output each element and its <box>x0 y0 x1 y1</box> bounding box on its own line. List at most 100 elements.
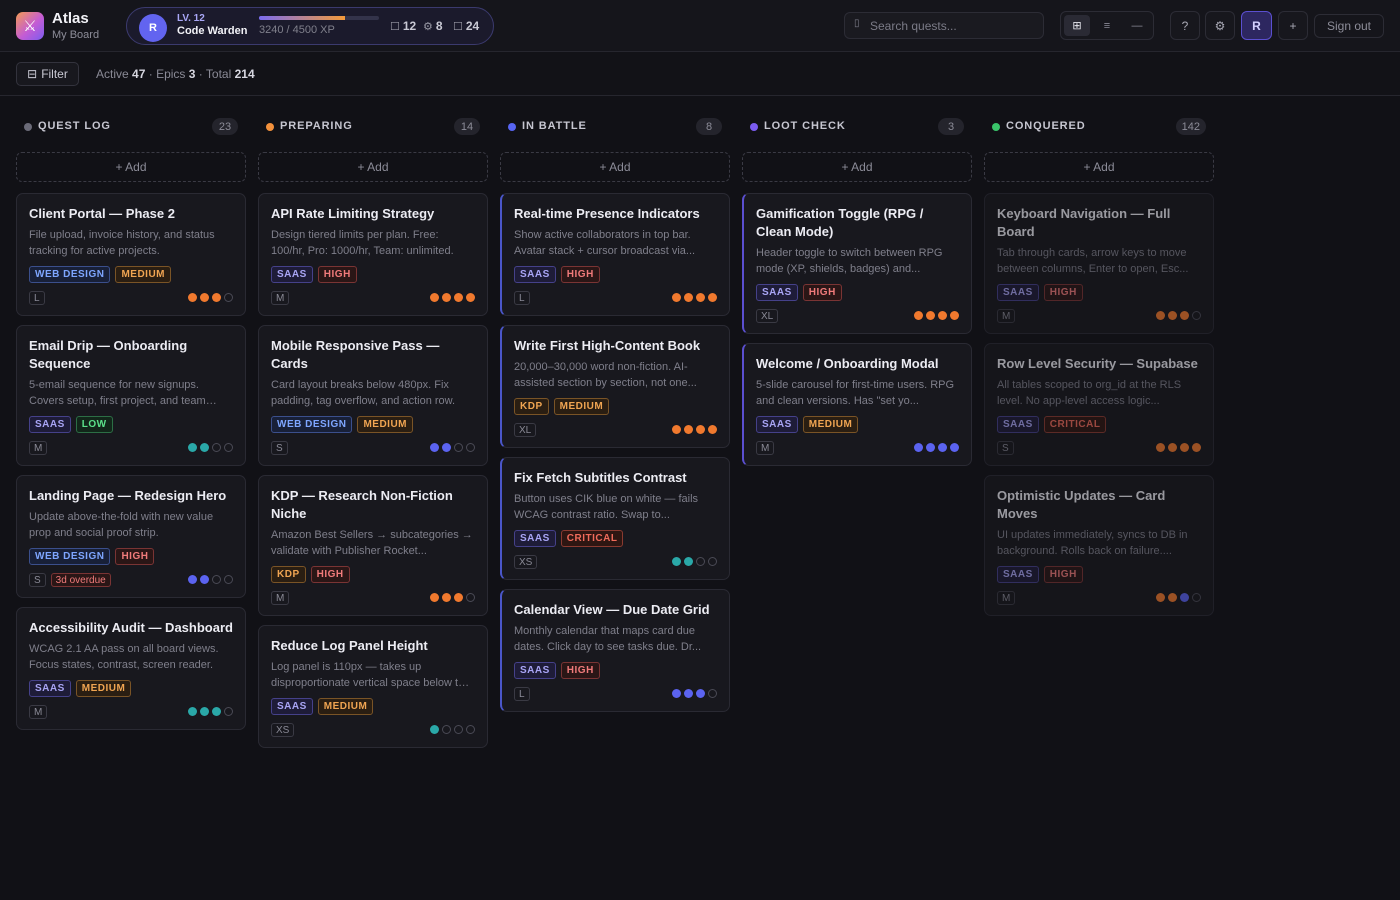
size-badge: M <box>29 441 48 455</box>
card-title: Mobile Responsive Pass — Cards <box>271 338 440 371</box>
card-tag: SAAS <box>997 566 1039 583</box>
effort-dot <box>950 311 959 320</box>
add-card-button[interactable]: + Add <box>984 152 1214 182</box>
card-title: Row Level Security — Supabase <box>997 356 1198 371</box>
effort-dot <box>442 593 451 602</box>
card-tag: MEDIUM <box>75 680 132 697</box>
task-card[interactable]: Accessibility Audit — Dashboard WCAG 2.1 … <box>16 607 246 730</box>
task-card[interactable]: Email Drip — Onboarding Sequence 5-email … <box>16 325 246 466</box>
effort-dots <box>1156 593 1201 602</box>
epics-label: · Epics <box>148 67 186 81</box>
card-tag: HIGH <box>560 266 600 283</box>
app-logo-icon[interactable]: ⚔ <box>16 12 44 40</box>
effort-dot <box>1192 443 1201 452</box>
add-card-button[interactable]: + Add <box>742 152 972 182</box>
board-view-button[interactable]: ⊞ <box>1064 15 1090 36</box>
task-card[interactable]: Reduce Log Panel Height Log panel is 110p… <box>258 625 488 748</box>
size-badge: M <box>271 591 290 605</box>
filter-button[interactable]: ⊟ Filter <box>16 62 79 86</box>
card-description: Design tiered limits per plan. Free: 100… <box>271 229 454 257</box>
effort-dot <box>914 443 923 452</box>
card-tag: SAAS <box>29 680 71 697</box>
effort-dot <box>696 689 705 698</box>
effort-dot <box>466 593 475 602</box>
sign-out-button[interactable]: Sign out <box>1314 14 1384 38</box>
filter-icon: ⊟ <box>27 67 38 81</box>
column-title: PREPARING <box>280 120 353 132</box>
effort-dot <box>696 425 705 434</box>
stat-tasks: ☐ 12 <box>390 19 416 33</box>
settings-button[interactable]: ⚙ <box>1205 11 1235 40</box>
size-badge: M <box>997 309 1016 323</box>
list-view-button[interactable]: ≡ <box>1094 15 1120 36</box>
effort-dot <box>1192 593 1201 602</box>
effort-dots <box>672 293 717 302</box>
size-badge: M <box>756 441 775 455</box>
task-card[interactable]: Fix Fetch Subtitles Contrast Button uses … <box>500 457 730 580</box>
effort-dots <box>430 443 475 452</box>
card-title: KDP — Research Non-Fiction Niche <box>271 488 453 521</box>
size-badge: L <box>514 687 530 701</box>
effort-dots <box>672 689 717 698</box>
effort-dot <box>442 725 451 734</box>
card-tag: SAAS <box>514 530 556 547</box>
column-title: IN BATTLE <box>522 120 587 132</box>
task-card[interactable]: Real-time Presence Indicators Show active… <box>500 193 730 316</box>
search-input[interactable] <box>844 12 1044 39</box>
player-status-card[interactable]: R LV. 12 Code Warden 3240 / 4500 XP ☐ 12 … <box>126 7 494 45</box>
size-badge: L <box>514 291 530 305</box>
task-card[interactable]: Optimistic Updates — Card Moves UI update… <box>984 475 1214 616</box>
task-card[interactable]: Write First High-Content Book 20,000–30,0… <box>500 325 730 448</box>
card-tag: SAAS <box>29 416 71 433</box>
player-title: Code Warden <box>177 25 248 37</box>
task-card[interactable]: Row Level Security — Supabase All tables … <box>984 343 1214 466</box>
filter-label: Filter <box>41 67 68 81</box>
task-card[interactable]: KDP — Research Non-Fiction Niche Amazon B… <box>258 475 488 616</box>
task-card[interactable]: Landing Page — Redesign Hero Update above… <box>16 475 246 598</box>
total-count: 214 <box>234 67 255 81</box>
column-status-dot <box>508 123 516 131</box>
active-count: 47 <box>132 67 146 81</box>
task-card[interactable]: Gamification Toggle (RPG / Clean Mode) He… <box>742 193 972 334</box>
card-tag: SAAS <box>997 284 1039 301</box>
effort-dot <box>430 443 439 452</box>
task-card[interactable]: Keyboard Navigation — Full Board Tab thro… <box>984 193 1214 334</box>
column-preparing: PREPARING 14 + Add API Rate Limiting Strate… <box>258 112 488 748</box>
size-badge: M <box>271 291 290 305</box>
add-card-button[interactable]: + Add <box>500 152 730 182</box>
task-card[interactable]: Mobile Responsive Pass — Cards Card layou… <box>258 325 488 466</box>
effort-dot <box>188 707 197 716</box>
board-name: My Board <box>52 29 100 41</box>
card-tag: WEB DESIGN <box>29 548 111 565</box>
task-card[interactable]: API Rate Limiting Strategy Design tiered … <box>258 193 488 316</box>
column-title: LOOT CHECK <box>764 120 846 132</box>
size-badge: XL <box>514 423 537 437</box>
compact-view-button[interactable]: — <box>1124 15 1150 36</box>
task-card[interactable]: Welcome / Onboarding Modal 5-slide carous… <box>742 343 972 466</box>
effort-dots <box>188 707 233 716</box>
task-card[interactable]: Calendar View — Due Date Grid Monthly cal… <box>500 589 730 712</box>
effort-dot <box>188 575 197 584</box>
column-status-dot <box>266 123 274 131</box>
view-toggle: ⊞ ≡ — <box>1060 11 1154 40</box>
add-card-button[interactable]: + Add <box>258 152 488 182</box>
card-title: Landing Page — Redesign Hero <box>29 488 227 503</box>
add-button[interactable]: + <box>1278 11 1308 40</box>
task-card[interactable]: Client Portal — Phase 2 File upload, invo… <box>16 193 246 316</box>
player-level: LV. 12 <box>177 13 205 24</box>
gear-icon: ⚙ <box>423 20 433 33</box>
card-description: Log panel is 110px — takes up disproport… <box>271 661 471 689</box>
card-tag: MEDIUM <box>317 698 374 715</box>
overdue-badge: 3d overdue <box>50 573 111 587</box>
effort-dot <box>926 443 935 452</box>
add-card-button[interactable]: + Add <box>16 152 246 182</box>
effort-dot <box>224 443 233 452</box>
size-badge: S <box>29 573 46 587</box>
effort-dot <box>430 725 439 734</box>
help-button[interactable]: ? <box>1170 11 1200 40</box>
card-description: File upload, invoice history, and status… <box>29 229 215 257</box>
effort-dots <box>914 311 959 320</box>
user-avatar-button[interactable]: R <box>1241 11 1272 40</box>
size-badge: XS <box>271 723 295 737</box>
card-description: 5-email sequence for new signups. Covers… <box>29 379 206 407</box>
